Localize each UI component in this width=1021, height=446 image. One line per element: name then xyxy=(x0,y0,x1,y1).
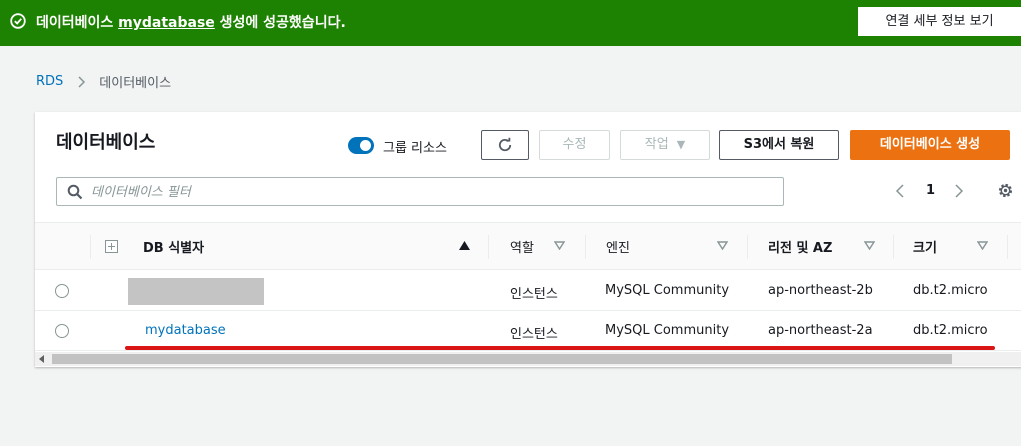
banner-db-link[interactable]: mydatabase xyxy=(118,15,215,31)
scrollbar-thumb[interactable] xyxy=(52,354,952,364)
highlight-underline xyxy=(125,346,995,350)
restore-from-s3-button[interactable]: S3에서 복원 xyxy=(719,130,839,160)
panel-title: 데이터베이스 xyxy=(56,132,156,153)
gear-icon[interactable] xyxy=(997,182,1014,199)
column-divider xyxy=(747,235,748,259)
col-region-az[interactable]: 리전 및 AZ xyxy=(768,237,832,256)
table-row[interactable]: mydatabase 인스턴스 MySQL Community ap-north… xyxy=(35,311,1021,351)
databases-panel: 데이터베이스 그룹 리소스 수정 작업 ▼ S3에서 복원 데이터베이스 생성 1… xyxy=(35,112,1021,367)
group-resources-label: 그룹 리소스 xyxy=(383,141,447,156)
check-circle-icon xyxy=(10,13,26,29)
breadcrumb-current: 데이터베이스 xyxy=(99,76,172,91)
col-engine[interactable]: 엔진 xyxy=(606,237,630,256)
column-divider xyxy=(893,235,894,259)
refresh-icon xyxy=(498,137,512,152)
col-size[interactable]: 크기 xyxy=(913,237,937,256)
banner-message-suffix: 생성에 성공했습니다. xyxy=(214,15,346,31)
cell-role: 인스턴스 xyxy=(510,327,558,342)
column-divider xyxy=(488,235,489,259)
cell-region: ap-northeast-2b xyxy=(768,283,873,298)
row-select-radio[interactable] xyxy=(55,284,69,298)
actions-dropdown[interactable]: 작업 ▼ xyxy=(620,130,710,160)
cell-db-identifier-link[interactable]: mydatabase xyxy=(145,323,226,338)
cell-region: ap-northeast-2a xyxy=(768,323,873,338)
scroll-left-icon[interactable] xyxy=(38,355,46,363)
create-database-button[interactable]: 데이터베이스 생성 xyxy=(850,130,1010,160)
sort-icon[interactable] xyxy=(977,241,988,250)
filter-search xyxy=(56,177,784,206)
refresh-button[interactable] xyxy=(481,130,529,160)
redacted-identifier xyxy=(128,278,264,305)
next-page-icon[interactable] xyxy=(954,184,964,198)
success-banner: 데이터베이스 mydatabase 생성에 성공했습니다. 연결 세부 정보 보… xyxy=(0,0,1021,46)
sort-icon[interactable] xyxy=(717,241,728,250)
table-row[interactable]: 인스턴스 MySQL Community ap-northeast-2b db.… xyxy=(35,271,1021,311)
column-divider xyxy=(1007,235,1008,259)
horizontal-scrollbar[interactable] xyxy=(35,352,1021,366)
cell-role: 인스턴스 xyxy=(510,287,558,302)
cell-size: db.t2.micro xyxy=(913,283,988,298)
cell-engine: MySQL Community xyxy=(605,323,730,338)
caret-down-icon: ▼ xyxy=(676,138,686,151)
search-icon xyxy=(67,184,83,200)
actions-label: 작업 xyxy=(644,137,669,152)
group-resources-toggle[interactable] xyxy=(348,137,374,154)
banner-message: 데이터베이스 mydatabase 생성에 성공했습니다. xyxy=(36,12,346,32)
row-select-radio[interactable] xyxy=(55,324,69,338)
prev-page-icon[interactable] xyxy=(895,184,905,198)
sort-icon[interactable] xyxy=(554,241,565,250)
sort-ascending-icon[interactable] xyxy=(459,241,470,250)
breadcrumb: RDS 데이터베이스 xyxy=(36,72,171,91)
banner-message-prefix: 데이터베이스 xyxy=(36,15,119,31)
modify-button[interactable]: 수정 xyxy=(539,130,610,160)
column-divider xyxy=(90,235,91,259)
cell-engine: MySQL Community xyxy=(605,283,730,298)
chevron-right-icon xyxy=(78,75,86,88)
search-input[interactable] xyxy=(91,182,691,202)
sort-icon[interactable] xyxy=(864,241,875,250)
expand-icon[interactable] xyxy=(105,240,118,253)
page-number[interactable]: 1 xyxy=(926,183,935,198)
breadcrumb-rds-link[interactable]: RDS xyxy=(36,74,63,89)
cell-size: db.t2.micro xyxy=(913,323,988,338)
table-header: DB 식별자 역할 엔진 리전 및 AZ 크기 xyxy=(35,222,1021,270)
view-connection-details-button[interactable]: 연결 세부 정보 보기 xyxy=(858,7,1021,36)
col-role[interactable]: 역할 xyxy=(510,237,534,256)
column-divider xyxy=(585,235,586,259)
col-db-identifier[interactable]: DB 식별자 xyxy=(143,237,204,256)
